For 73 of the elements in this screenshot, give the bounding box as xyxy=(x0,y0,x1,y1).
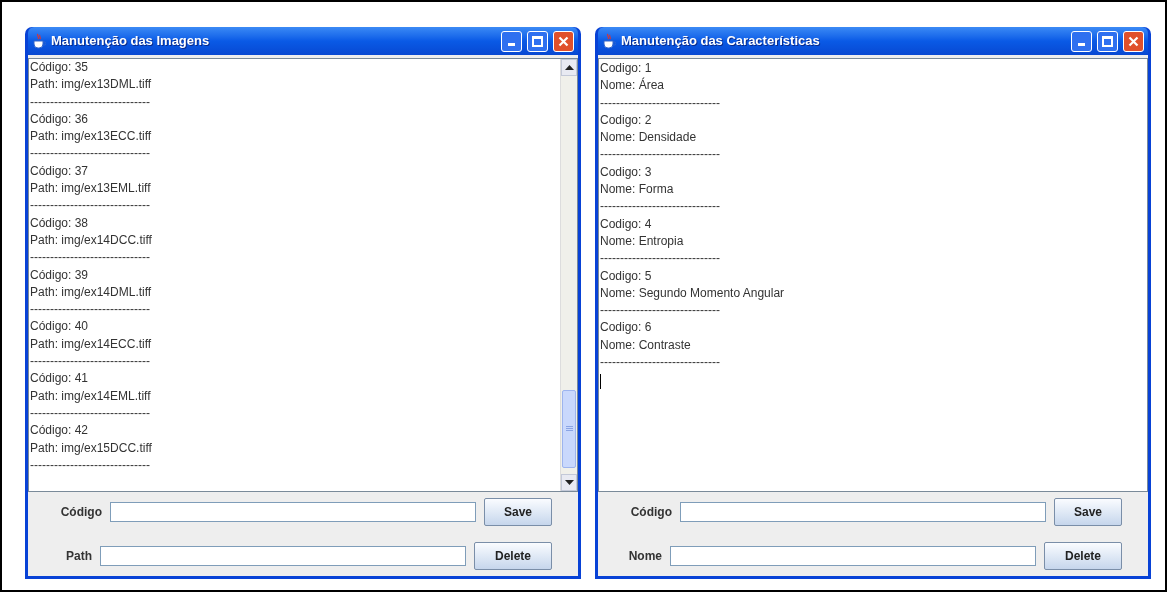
text-line: Nome: Entropia xyxy=(600,232,684,250)
text-line: Código: 41 xyxy=(30,370,89,388)
scroll-up-button[interactable] xyxy=(561,59,577,76)
text-line: ------------------------------ xyxy=(30,197,150,215)
field-label: Path xyxy=(66,548,92,565)
input-field[interactable] xyxy=(670,546,1036,566)
text-line: ------------------------------ xyxy=(30,93,150,111)
text-line: Nome: Contraste xyxy=(600,336,691,354)
field-label: Nome xyxy=(628,548,662,565)
text-line: Path: img/ex13DML.tiff xyxy=(30,76,152,94)
close-button[interactable] xyxy=(1123,30,1144,52)
input-field[interactable] xyxy=(100,546,466,566)
text-line: Código: 36 xyxy=(30,110,89,128)
form-button[interactable]: Delete xyxy=(1044,542,1122,570)
down-arrow-icon xyxy=(564,480,574,485)
scroll-down-button[interactable] xyxy=(561,474,577,491)
coffee-cup-icon xyxy=(32,33,46,49)
text-line: Codigo: 5 xyxy=(600,267,652,285)
form-button[interactable]: Save xyxy=(1054,498,1122,526)
scrollbar[interactable] xyxy=(560,59,577,491)
text-line: Código: 35 xyxy=(30,59,89,76)
text-line: Path: img/ex14ECC.tiff xyxy=(30,335,152,353)
text-line: Código: 39 xyxy=(30,266,89,284)
field-label: Código xyxy=(60,504,102,521)
form-button[interactable]: Delete xyxy=(474,542,552,570)
text-line: ------------------------------ xyxy=(30,145,150,163)
text-line: Path: img/ex13EML.tiff xyxy=(30,180,151,198)
minimize-button[interactable] xyxy=(501,30,522,52)
text-line: Path: img/ex13ECC.tiff xyxy=(30,128,152,146)
text-line: Nome: Densidade xyxy=(600,129,697,147)
text-area[interactable] xyxy=(598,58,1148,492)
window-title: Manutenção das Características xyxy=(621,32,821,51)
maximize-button[interactable] xyxy=(527,30,548,52)
close-icon xyxy=(558,35,569,47)
text-line: ------------------------------ xyxy=(600,302,720,320)
text-line: Nome: Segundo Momento Angular xyxy=(600,284,785,302)
text-line: Path: img/ex14EML.tiff xyxy=(30,387,151,405)
coffee-cup-icon xyxy=(602,33,616,49)
text-line: ------------------------------ xyxy=(600,198,720,216)
text-line: ------------------------------ xyxy=(30,404,150,422)
text-line: Código: 42 xyxy=(30,422,89,440)
text-line: Path: img/ex15DCC.tiff xyxy=(30,439,152,457)
text-line: Código: 40 xyxy=(30,318,89,336)
text-line: Nome: Área xyxy=(600,77,665,95)
text-line: ------------------------------ xyxy=(600,94,720,112)
text-line: Código: 38 xyxy=(30,214,89,232)
input-field[interactable] xyxy=(680,502,1046,522)
text-line: Código: 37 xyxy=(30,162,89,180)
text-line: ------------------------------ xyxy=(30,456,150,474)
minimize-button[interactable] xyxy=(1071,30,1092,52)
text-line: Codigo: 4 xyxy=(600,215,652,233)
maximize-button[interactable] xyxy=(1097,30,1118,52)
text-line: Path: img/ex14DCC.tiff xyxy=(30,231,152,249)
text-line: Codigo: 6 xyxy=(600,319,652,337)
text-line: Codigo: 2 xyxy=(600,111,652,129)
scroll-thumb[interactable] xyxy=(562,390,576,468)
text-line: ------------------------------ xyxy=(30,301,150,319)
text-line: ------------------------------ xyxy=(600,250,720,268)
window-title: Manutenção das Imagens xyxy=(51,32,211,51)
close-icon xyxy=(1128,35,1139,47)
text-line: Codigo: 1 xyxy=(600,60,652,77)
text-line: ------------------------------ xyxy=(600,146,720,164)
text-line: ------------------------------ xyxy=(30,249,150,267)
text-line: ------------------------------ xyxy=(30,353,150,371)
form-button[interactable]: Save xyxy=(484,498,552,526)
text-line: ------------------------------ xyxy=(600,354,720,372)
text-line: Nome: Forma xyxy=(600,181,674,199)
up-arrow-icon xyxy=(564,65,574,70)
field-label: Código xyxy=(630,504,672,521)
text-line: Path: img/ex14DML.tiff xyxy=(30,283,152,301)
input-field[interactable] xyxy=(110,502,476,522)
text-line: Codigo: 3 xyxy=(600,163,652,181)
close-button[interactable] xyxy=(553,30,574,52)
